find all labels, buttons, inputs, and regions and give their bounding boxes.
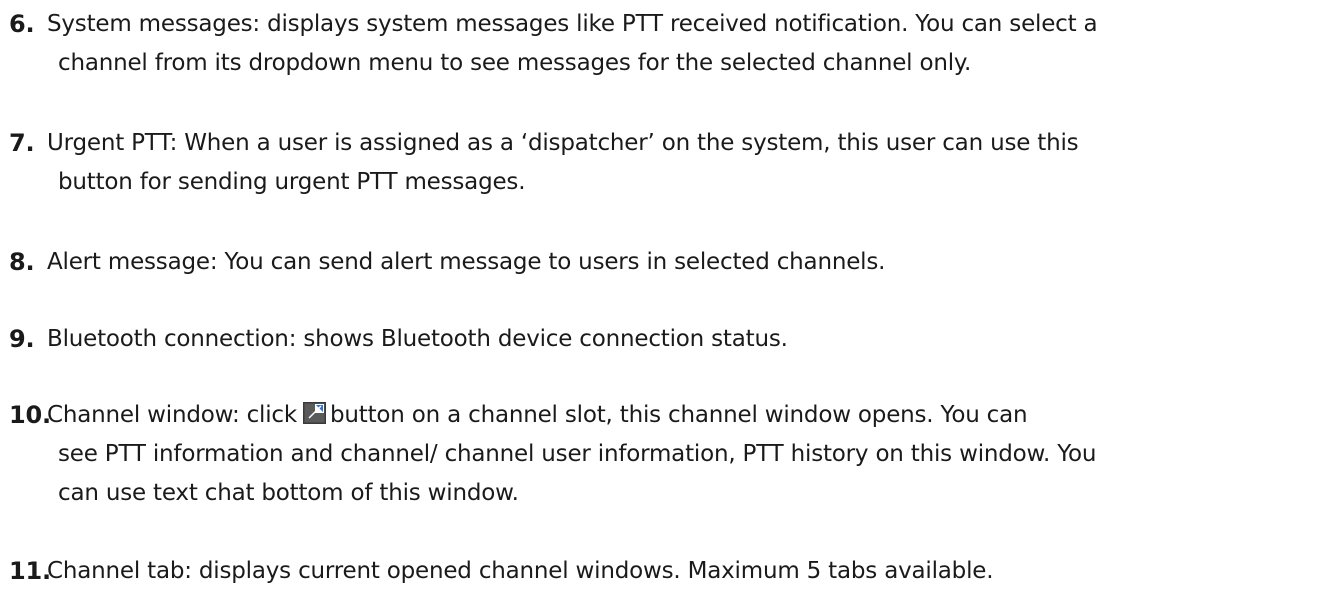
item-line-before-icon: Channel window: click: [47, 402, 297, 428]
item-line: button for sending urgent PTT messages.: [58, 169, 526, 195]
item-line: see PTT information and channel/ channel…: [58, 441, 1097, 467]
item-line: channel from its dropdown menu to see me…: [58, 50, 972, 76]
item-text: Urgent PTT: When a user is assigned as a…: [47, 124, 1320, 202]
item-line: can use text chat bottom of this window.: [58, 480, 519, 506]
item-line: Alert message: You can send alert messag…: [47, 249, 886, 275]
item-number: 7.: [9, 129, 35, 157]
item-line: System messages: displays system message…: [47, 11, 1098, 37]
item-line: Channel tab: displays current opened cha…: [47, 558, 994, 584]
item-number: 6.: [9, 10, 35, 38]
item-text: Bluetooth connection: shows Bluetooth de…: [47, 320, 1320, 359]
item-text: System messages: displays system message…: [47, 5, 1320, 83]
item-text: Channel window: click button on a channel…: [47, 396, 1320, 513]
item-line-after-icon: button on a channel slot, this channel w…: [330, 402, 1028, 428]
item-number: 10.: [9, 401, 51, 429]
item-number: 9.: [9, 325, 35, 353]
item-number: 11.: [9, 557, 51, 585]
item-line: Urgent PTT: When a user is assigned as a…: [47, 130, 1079, 156]
item-text: Alert message: You can send alert messag…: [47, 243, 1320, 282]
item-line: Channel window: click button on a channel…: [47, 396, 1320, 435]
item-text: Channel tab: displays current opened cha…: [47, 552, 1320, 591]
item-line: Bluetooth connection: shows Bluetooth de…: [47, 326, 788, 352]
item-number: 8.: [9, 248, 35, 276]
expand-window-icon: [303, 398, 326, 424]
